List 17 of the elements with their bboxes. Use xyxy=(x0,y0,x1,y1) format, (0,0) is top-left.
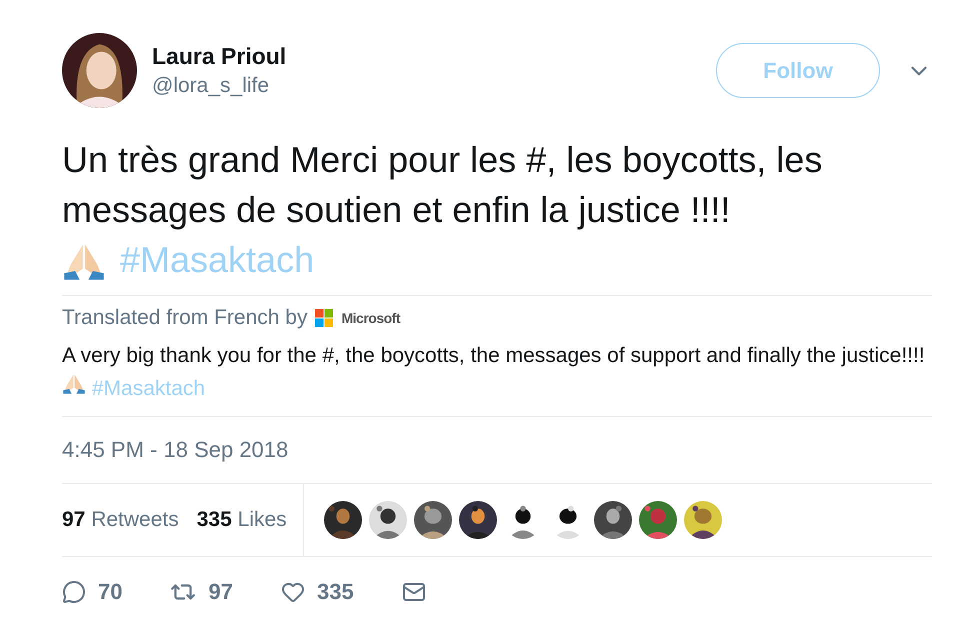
reply-icon xyxy=(62,580,86,604)
translated-text: A very big thank you for the #, the boycotts, the messages of support and finally the justice!!!! xyxy=(62,344,925,367)
author-handle: @lora_s_life xyxy=(152,74,270,98)
message-button[interactable] xyxy=(402,580,426,604)
heart-icon xyxy=(280,580,305,604)
provider-name: Microsoft xyxy=(341,310,400,326)
tweet-text: Un très grand Merci pour les #, les boycotts, les messages de soutien et enfin la justice !!!! xyxy=(62,139,822,230)
retweet-button[interactable]: 97 xyxy=(170,579,233,605)
windows-logo-icon xyxy=(315,309,334,327)
author-name: Laura Prioul xyxy=(152,43,288,70)
translation-label: Translated from French by xyxy=(62,306,308,330)
tweet-timestamp: 4:45 PM - 18 Sep 2018 xyxy=(62,437,288,462)
like-button[interactable]: 335 xyxy=(280,579,354,605)
stat-link[interactable]: 97 Retweets xyxy=(62,508,179,532)
stat-link[interactable]: 335 Likes xyxy=(196,508,287,532)
reply-button[interactable]: 70 xyxy=(62,579,122,605)
mail-icon xyxy=(402,580,426,604)
